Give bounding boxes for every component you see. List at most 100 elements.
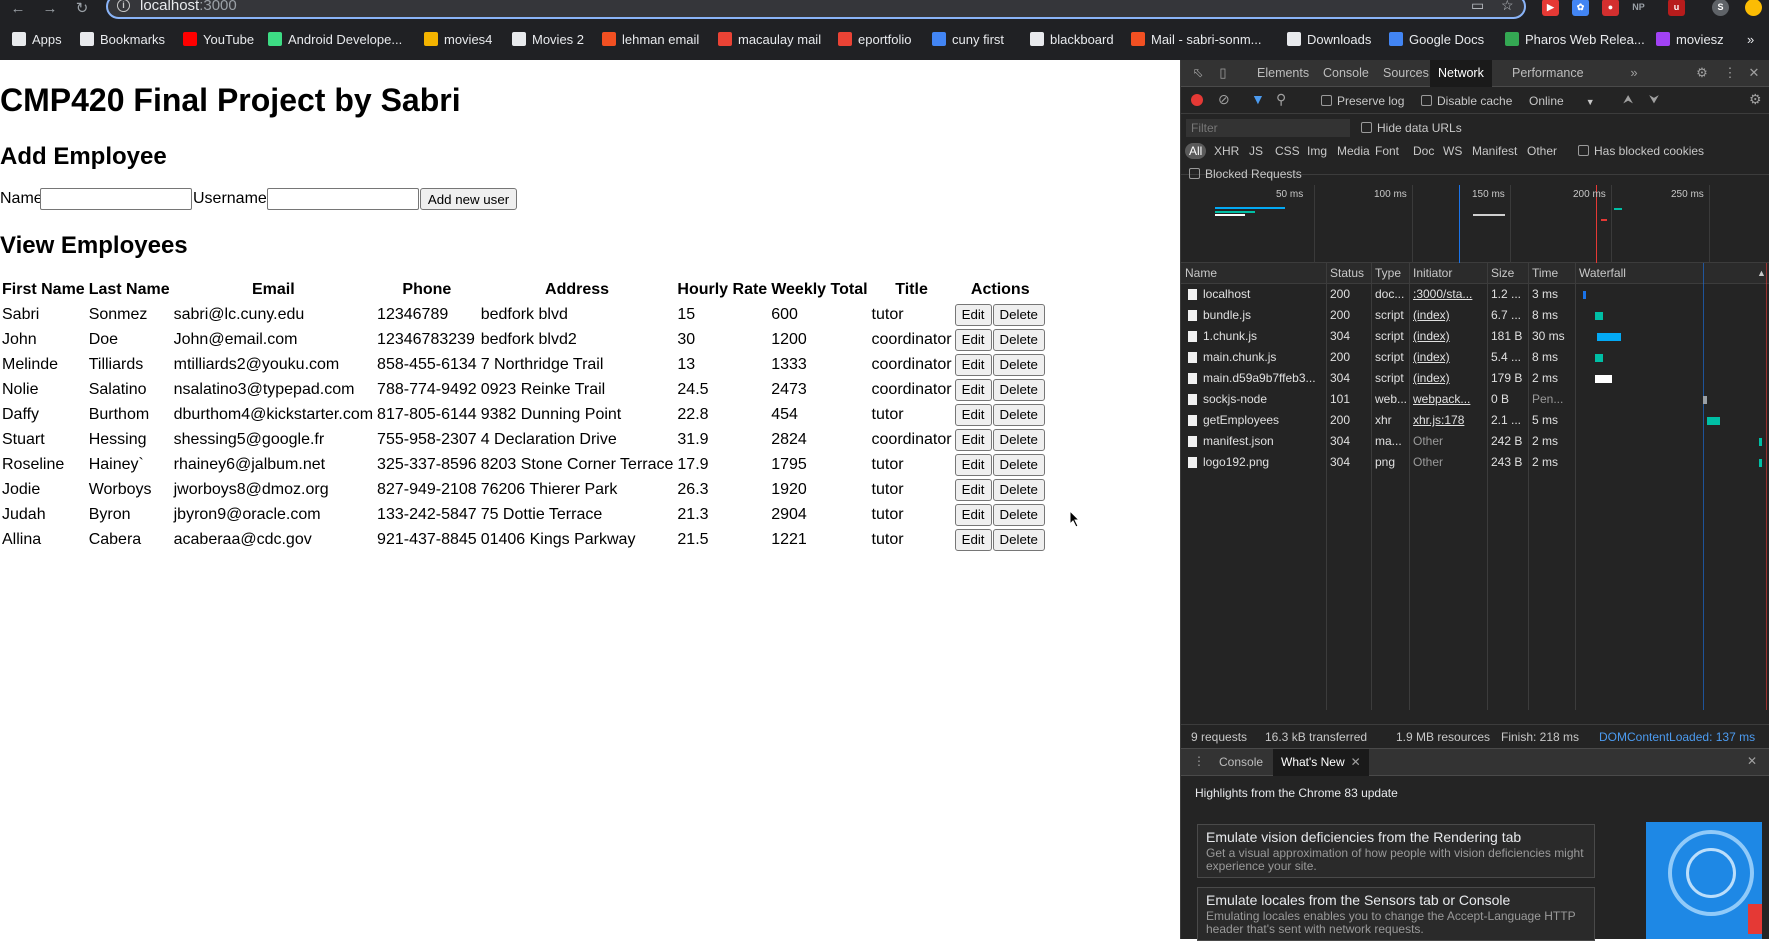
delete-button[interactable]: Delete [992,503,1045,526]
edit-button[interactable]: Edit [954,503,992,526]
network-request-row[interactable]: main.chunk.js 200 script (index) 5.4 ... 8 ms [1181,347,1769,368]
bookmark-item[interactable]: cuny first [932,30,1004,50]
feature-card[interactable]: Emulate locales from the Sensors tab or … [1197,887,1595,941]
network-request-row[interactable]: getEmployees 200 xhr xhr.js:178 2.1 ... 5 ms [1181,410,1769,431]
import-har-icon[interactable]: ⮝ [1623,92,1633,107]
edit-button[interactable]: Edit [954,403,992,426]
filter-icon[interactable]: ▼ [1251,91,1265,107]
device-toolbar-icon[interactable]: ▯ [1216,66,1230,80]
blocked-requests-checkbox[interactable]: Blocked Requests [1189,167,1302,181]
forward-icon[interactable]: → [40,0,60,18]
bookmark-star-icon[interactable]: ☆ [1501,0,1514,14]
bookmark-item[interactable]: lehman email [602,30,699,50]
request-initiator[interactable]: (index) [1413,305,1485,326]
filter-type-img[interactable]: Img [1303,143,1331,159]
add-new-user-button[interactable]: Add new user [420,188,517,210]
hide-data-urls-checkbox[interactable]: Hide data URLs [1361,121,1462,135]
site-info-icon[interactable]: i [117,0,130,12]
filter-type-all[interactable]: All [1185,143,1207,159]
tab-elements[interactable]: Elements [1249,60,1317,87]
bookmark-item[interactable]: blackboard [1030,30,1114,50]
network-request-row[interactable]: manifest.json 304 ma... Other 242 B 2 ms [1181,431,1769,452]
delete-button[interactable]: Delete [992,478,1045,501]
network-request-row[interactable]: logo192.png 304 png Other 243 B 2 ms [1181,452,1769,473]
extension-ublock-icon[interactable]: u [1668,0,1685,16]
request-initiator[interactable]: webpack... [1413,389,1485,410]
address-url[interactable]: localhost:3000 [140,0,237,14]
filter-type-ws[interactable]: WS [1439,143,1466,159]
bookmark-item[interactable]: movies4 [424,30,492,50]
filter-type-js[interactable]: JS [1245,143,1267,159]
edit-button[interactable]: Edit [954,328,992,351]
name-input[interactable] [40,188,192,210]
tab-network[interactable]: Network [1430,60,1492,87]
filter-input[interactable]: Filter [1186,119,1350,137]
bookmark-item[interactable]: Bookmarks [80,30,165,50]
disable-cache-checkbox[interactable]: Disable cache [1421,94,1512,108]
edit-button[interactable]: Edit [954,303,992,326]
address-bar[interactable]: i localhost:3000 ▭ ☆ [106,0,1526,19]
has-blocked-cookies-checkbox[interactable]: Has blocked cookies [1578,144,1704,158]
reload-icon[interactable]: ↻ [72,0,92,18]
more-bookmarks-icon[interactable]: » [1747,30,1754,50]
preserve-log-checkbox[interactable]: Preserve log [1321,94,1404,108]
close-drawer-icon[interactable]: ✕ [1747,754,1757,768]
delete-button[interactable]: Delete [992,453,1045,476]
bookmark-item[interactable]: macaulay mail [718,30,821,50]
tab-console[interactable]: Console [1315,60,1377,87]
profile-avatar-icon[interactable]: S [1712,0,1729,16]
bookmark-item[interactable]: Downloads [1287,30,1371,50]
network-request-row[interactable]: bundle.js 200 script (index) 6.7 ... 8 ms [1181,305,1769,326]
filter-type-css[interactable]: CSS [1271,143,1304,159]
bookmark-item[interactable]: eportfolio [838,30,911,50]
delete-button[interactable]: Delete [992,303,1045,326]
bookmark-item[interactable]: YouTube [183,30,254,50]
network-request-row[interactable]: sockjs-node 101 web... webpack... 0 B Pen... [1181,389,1769,410]
export-har-icon[interactable]: ⮟ [1649,92,1659,107]
delete-button[interactable]: Delete [992,528,1045,551]
search-icon[interactable]: ⚲ [1276,91,1286,108]
feature-card[interactable]: Emulate vision deficiencies from the Ren… [1197,824,1595,878]
tab-sources[interactable]: Sources [1375,60,1437,87]
edit-button[interactable]: Edit [954,428,992,451]
filter-type-other[interactable]: Other [1523,143,1561,159]
close-devtools-icon[interactable]: ✕ [1747,66,1761,80]
filter-type-manifest[interactable]: Manifest [1468,143,1521,159]
network-request-row[interactable]: localhost 200 doc...:3000/sta... 1.2 ... 3 m… [1181,284,1769,305]
column-initiator[interactable]: Initiator [1413,263,1452,283]
more-tabs-icon[interactable]: » [1627,66,1641,80]
request-initiator[interactable]: (index) [1413,326,1485,347]
username-input[interactable] [267,188,419,210]
clear-icon[interactable]: ⊘ [1218,91,1230,108]
back-icon[interactable]: ← [8,0,28,18]
inspect-element-icon[interactable]: ⬁ [1191,66,1205,80]
extension-color-icon[interactable]: ✿ [1572,0,1589,16]
delete-button[interactable]: Delete [992,403,1045,426]
bookmark-item[interactable]: Mail - sabri-sonm... [1131,30,1262,50]
filter-type-media[interactable]: Media [1333,143,1374,159]
drawer-tab-whats-new[interactable]: What's New ✕ [1273,749,1369,776]
tab-performance[interactable]: Performance [1504,60,1592,87]
delete-button[interactable]: Delete [992,353,1045,376]
bookmark-item[interactable]: Google Docs [1389,30,1484,50]
edit-button[interactable]: Edit [954,478,992,501]
bookmark-item[interactable]: Pharos Web Relea... [1505,30,1645,50]
edit-button[interactable]: Edit [954,453,992,476]
drawer-menu-icon[interactable]: ⋮ [1193,754,1205,768]
bookmark-item[interactable]: moviesz [1656,30,1724,50]
throttling-select[interactable]: Online ▼ [1529,94,1595,108]
bookmark-item[interactable]: Android Develope... [268,30,402,50]
request-initiator[interactable]: :3000/sta... [1413,284,1485,305]
extension-red-icon[interactable]: ▶ [1542,0,1559,16]
record-icon[interactable] [1191,94,1203,106]
network-request-row[interactable]: main.d59a9b7ffeb3... 304 script (index) 179 … [1181,368,1769,389]
column-type[interactable]: Type [1375,263,1401,283]
column-waterfall[interactable]: Waterfall [1579,263,1626,283]
request-initiator[interactable]: (index) [1413,368,1485,389]
delete-button[interactable]: Delete [992,428,1045,451]
delete-button[interactable]: Delete [992,378,1045,401]
edit-button[interactable]: Edit [954,528,992,551]
more-options-icon[interactable]: ⋮ [1723,66,1737,80]
update-icon[interactable] [1745,0,1762,16]
extension-np-icon[interactable]: NP [1630,0,1647,16]
